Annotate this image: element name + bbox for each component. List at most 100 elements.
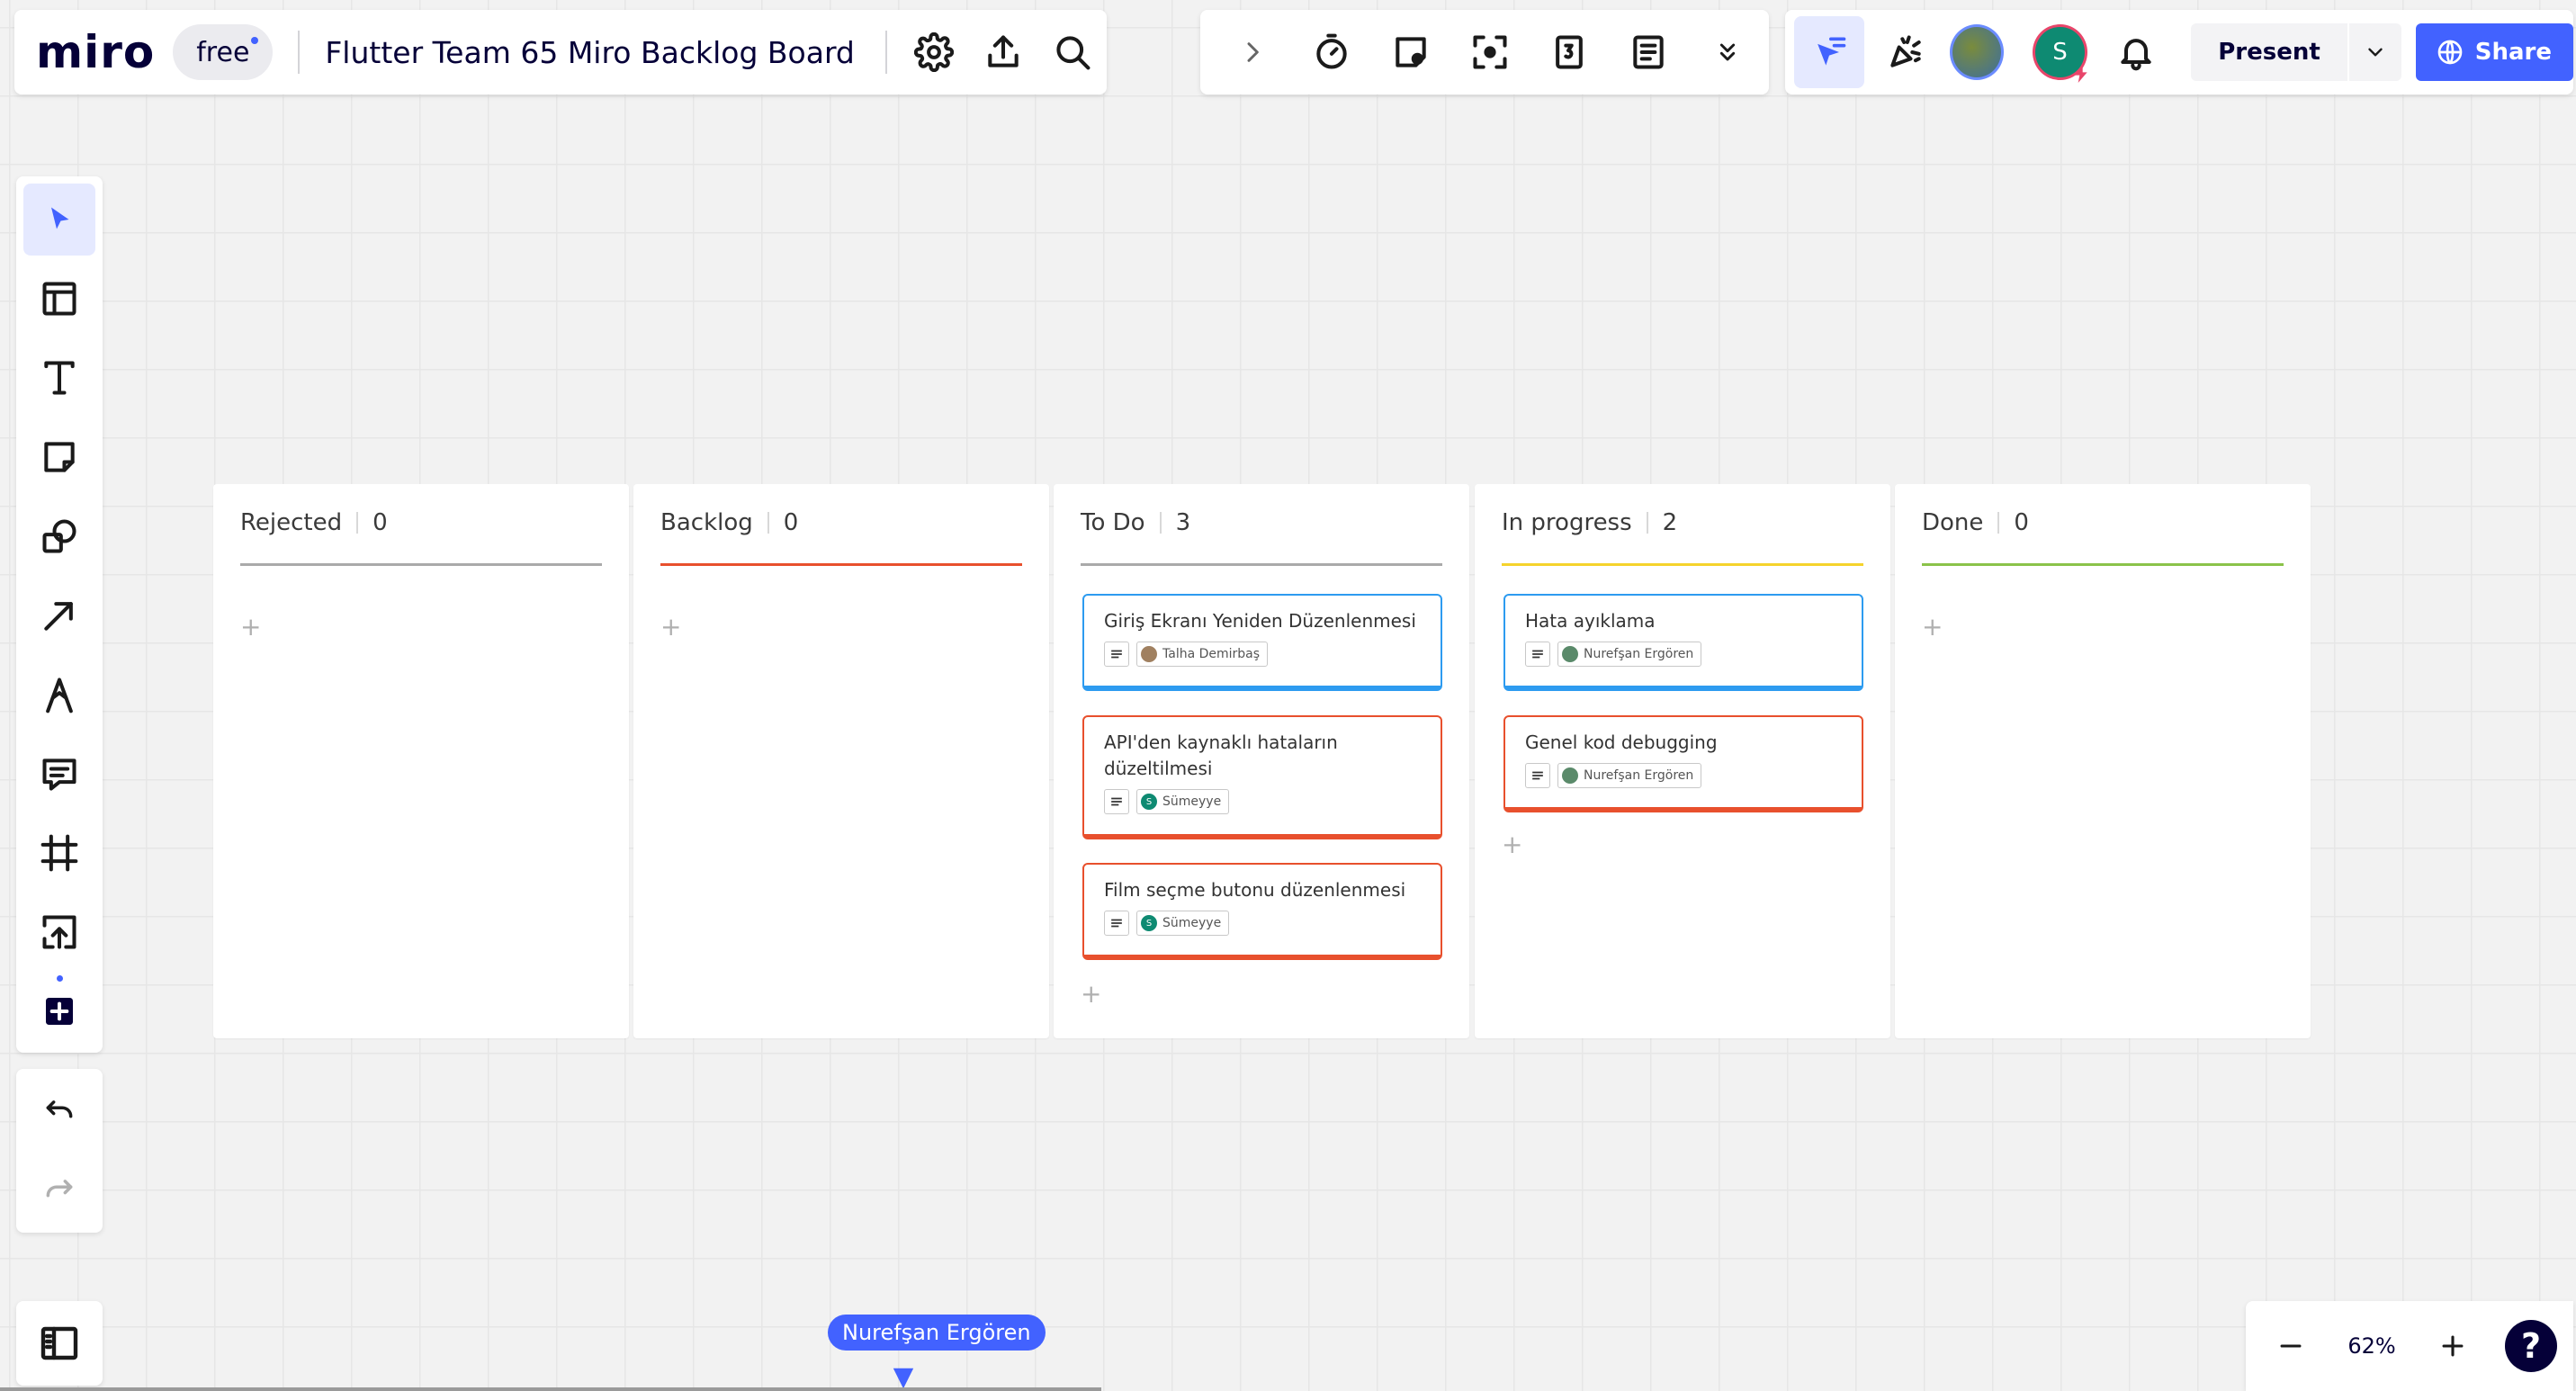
apps-notification-dot [57,975,63,982]
minus-icon [2280,1344,2302,1348]
column-title[interactable]: Backlog [660,509,753,536]
add-card-button[interactable]: + [1502,830,1522,859]
description-button[interactable] [1104,911,1129,936]
description-button[interactable] [1104,789,1129,814]
column-header: Backlog 0 [660,509,798,536]
assignee-chip[interactable]: Nurefşan Ergören [1557,763,1702,788]
help-label: ? [2520,1326,2542,1366]
column-title[interactable]: Rejected [240,509,342,536]
description-button[interactable] [1525,642,1550,667]
expand-toolbar-button[interactable] [1216,16,1288,88]
text-tool[interactable] [23,342,95,414]
kanban-column-backlog[interactable]: Backlog 0 + [633,484,1049,1038]
frame-icon [40,834,78,872]
text-lines-icon [1532,650,1543,659]
board-header: miro free Flutter Team 65 Miro Backlog B… [14,10,1107,94]
settings-button[interactable] [900,16,969,88]
pen-icon [46,678,73,713]
kanban-card[interactable]: API'den kaynaklı hataların düzeltilmesi … [1082,715,1442,839]
zoom-level[interactable]: 62% [2327,1333,2417,1359]
more-tools-button[interactable] [1692,16,1764,88]
collaborator-avatar-photo[interactable] [1950,24,2005,80]
notes-button[interactable] [1612,16,1684,88]
sticky-note-tool[interactable] [23,421,95,493]
column-count: 0 [2014,509,2029,536]
text-lines-icon [1111,919,1122,928]
shapes-tool[interactable] [23,500,95,572]
more-apps-tool[interactable] [23,975,95,1047]
kanban-column-rejected[interactable]: Rejected 0 + [213,484,629,1038]
kanban-card[interactable]: Film seçme butonu düzenlenmesi S Sümeyye [1082,863,1442,960]
notifications-button[interactable] [2102,16,2172,88]
zoom-controls: 62% ? [2246,1301,2573,1391]
board-sidebar-toggle[interactable] [16,1301,103,1386]
assignee-chip[interactable]: Talha Demirbaş [1136,642,1269,667]
templates-tool[interactable] [23,263,95,335]
miro-logo[interactable]: miro [36,26,155,78]
cursor-mode-button[interactable] [1794,16,1864,88]
kanban-card[interactable]: Giriş Ekranı Yeniden Düzenlenmesi Talha … [1082,594,1442,691]
redo-button[interactable] [23,1155,95,1227]
collaborator-avatar-s[interactable]: S [2033,24,2087,83]
focus-button[interactable] [1454,16,1526,88]
undo-button[interactable] [23,1076,95,1148]
sticky-note-dot-icon [1396,37,1426,67]
assignee-avatar: S [1141,794,1157,810]
description-button[interactable] [1525,763,1550,788]
search-button[interactable] [1037,16,1107,88]
share-toolbar: S Present Share [1785,10,2574,94]
kanban-card[interactable]: Hata ayıklama Nurefşan Ergören [1503,594,1863,691]
gear-icon [914,32,955,72]
present-button[interactable]: Present [2191,23,2401,81]
assignee-name: Talha Demirbaş [1162,647,1261,661]
lightning-icon [2074,65,2087,83]
present-label: Present [2218,39,2320,66]
divider [884,31,887,74]
divider [1159,512,1162,534]
present-options-button[interactable] [2349,40,2401,64]
zoom-out-button[interactable] [2255,1310,2327,1382]
plan-badge[interactable]: free [173,24,274,80]
column-title[interactable]: In progress [1502,509,1632,536]
add-card-button[interactable]: + [660,612,681,642]
search-icon [1056,36,1091,70]
share-button[interactable]: Share [2415,23,2574,81]
board-title[interactable]: Flutter Team 65 Miro Backlog Board [325,35,855,70]
help-button[interactable]: ? [2505,1320,2557,1372]
text-icon [44,361,75,395]
add-card-button[interactable]: + [1081,979,1101,1009]
pen-tool[interactable] [23,659,95,731]
assignee-chip[interactable]: S Sümeyye [1136,789,1230,814]
column-header: In progress 2 [1502,509,1677,536]
description-button[interactable] [1104,642,1129,667]
connection-line-tool[interactable] [23,579,95,651]
kanban-card[interactable]: Genel kod debugging Nurefşan Ergören [1503,715,1863,812]
comment-tool[interactable] [23,738,95,810]
kanban-column-done[interactable]: Done 0 + [1895,484,2311,1038]
add-card-button[interactable]: + [1922,612,1943,642]
add-card-button[interactable]: + [240,612,261,642]
column-count: 3 [1175,509,1191,536]
reactions-button[interactable] [1871,16,1942,88]
upload-tool[interactable] [23,896,95,968]
timer-button[interactable] [1296,16,1368,88]
share-label: Share [2474,39,2553,66]
column-title[interactable]: Done [1922,509,1983,536]
assignee-name: Sümeyye [1162,794,1222,809]
export-button[interactable] [969,16,1038,88]
voting-button[interactable] [1533,16,1605,88]
text-lines-icon [1111,797,1122,806]
assignee-chip[interactable]: Nurefşan Ergören [1557,642,1702,667]
divider [767,512,769,534]
column-title[interactable]: To Do [1081,509,1145,536]
kanban-column-in-progress[interactable]: In progress 2 Hata ayıklama Nurefşan Erg… [1475,484,1890,1038]
select-tool[interactable] [23,184,95,256]
sticky-pack-button[interactable] [1375,16,1447,88]
kanban-column-todo[interactable]: To Do 3 Giriş Ekranı Yeniden Düzenlenmes… [1054,484,1469,1038]
cursor-pointer-icon [1817,37,1846,66]
frame-tool[interactable] [23,817,95,889]
canvas-scrollbar[interactable] [0,1387,1101,1391]
zoom-in-button[interactable] [2417,1310,2489,1382]
assignee-chip[interactable]: S Sümeyye [1136,911,1230,936]
divider [1646,512,1648,534]
